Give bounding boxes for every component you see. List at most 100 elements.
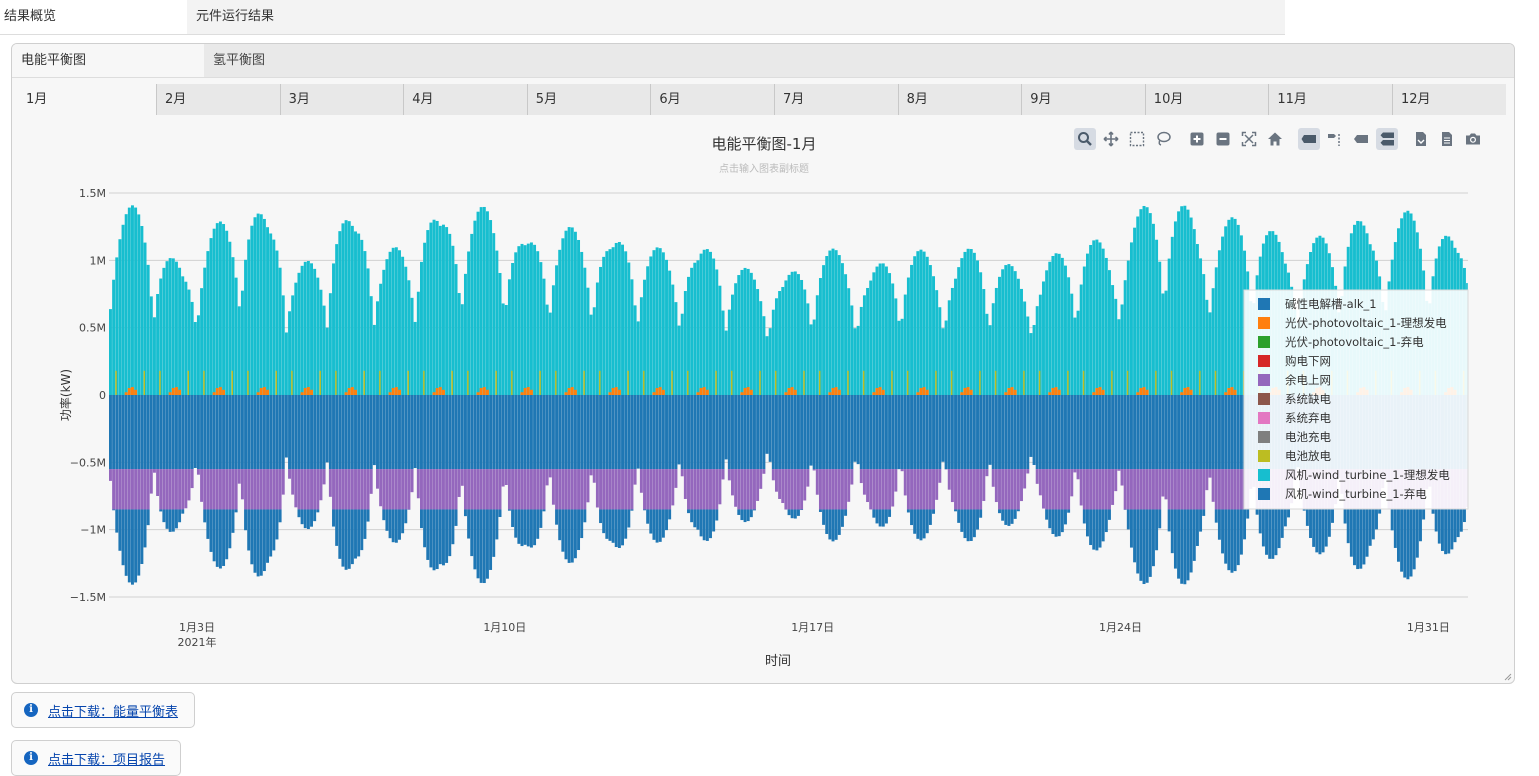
legend-swatch[interactable] [1258,450,1270,462]
month-tab-10[interactable]: 10月 [1145,84,1269,115]
legend-swatch[interactable] [1258,317,1270,329]
bar-electrolyzer [951,395,954,469]
bar-grid-export [232,469,235,509]
bar-wind-curtail [1447,509,1450,553]
bar-battery-discharge [1039,371,1040,395]
bar-wind-curtail [1403,509,1406,577]
bar-electrolyzer [882,395,885,469]
bar-wind-curtail [919,509,922,540]
bar-wind-curtail [159,509,162,511]
month-tab-11[interactable]: 11月 [1268,84,1392,115]
legend-swatch[interactable] [1258,355,1270,367]
legend-swatch[interactable] [1258,431,1270,443]
bar-electrolyzer [511,395,514,469]
bar-grid-export [319,469,322,500]
toggle-spike-icon[interactable] [1324,128,1346,150]
box-select-icon[interactable] [1126,128,1148,150]
bar-electrolyzer [1026,395,1029,469]
bar-grid-export [128,469,131,509]
month-tab-4[interactable]: 4月 [403,84,527,115]
electric-balance-chart[interactable]: 1.5M1M0.5M0−0.5M−1M−1.5M1月3日2021年1月10日1月… [12,119,1515,679]
bar-electrolyzer [970,395,973,469]
bar-electrolyzer [1058,395,1061,469]
legend-swatch[interactable] [1258,393,1270,405]
bar-electrolyzer [703,395,706,469]
month-tab-12[interactable]: 12月 [1392,84,1515,115]
bar-electrolyzer [1240,395,1243,469]
bar-wind-ideal [866,288,869,395]
lasso-select-icon[interactable] [1152,128,1174,150]
download-csv-icon[interactable] [1410,128,1432,150]
month-tab-9[interactable]: 9月 [1021,84,1145,115]
zoom-in-icon[interactable] [1186,128,1208,150]
legend-swatch[interactable] [1258,298,1270,310]
bar-grid-export [1020,469,1023,501]
zoom-out-icon[interactable] [1212,128,1234,150]
spike-lines-icon[interactable] [1298,128,1320,150]
bar-electrolyzer [1155,395,1158,469]
bar-electrolyzer [156,395,159,469]
bar-pv-ideal [128,388,131,395]
bar-electrolyzer [118,395,121,469]
hover-compare-icon[interactable] [1376,128,1398,150]
bar-electrolyzer [1190,395,1193,469]
bar-wind-curtail [203,509,206,522]
download-energy-balance-link[interactable]: 点击下载：能量平衡表 [48,701,178,720]
bar-grid-export [313,469,316,509]
month-tab-3[interactable]: 3月 [280,84,404,115]
month-tab-2[interactable]: 2月 [156,84,280,115]
bar-pv-ideal [175,387,178,395]
download-project-report-link[interactable]: 点击下载：项目报告 [48,749,165,768]
bar-wind-curtail [247,509,250,550]
zoom-icon[interactable] [1074,128,1096,150]
resize-handle-icon[interactable] [1504,673,1512,681]
autoscale-icon[interactable] [1238,128,1260,150]
tab-electric-balance[interactable]: 电能平衡图 [12,44,204,77]
legend-swatch[interactable] [1258,336,1270,348]
bar-wind-curtail [486,509,489,578]
bar-wind-ideal [131,205,134,395]
bar-wind-ideal [122,225,125,395]
y-tick-label: 0 [99,389,106,402]
reset-axes-icon[interactable] [1264,128,1286,150]
month-tab-7[interactable]: 7月 [774,84,898,115]
bar-wind-curtail [275,509,278,539]
bar-electrolyzer [445,395,448,469]
bar-grid-export [841,469,844,509]
bar-wind-curtail [706,509,709,540]
legend-swatch[interactable] [1258,469,1270,481]
bar-wind-ideal [1086,254,1089,395]
bar-pv-ideal [970,390,973,395]
bar-battery-discharge [379,371,380,395]
bar-electrolyzer [583,395,586,469]
bar-electrolyzer [398,395,401,469]
bar-electrolyzer [254,395,257,469]
bar-electrolyzer [134,395,137,469]
month-tab-6[interactable]: 6月 [650,84,774,115]
hover-closest-icon[interactable] [1350,128,1372,150]
bar-battery-discharge [511,371,512,395]
bar-wind-curtail [345,509,348,569]
tab-results-overview[interactable]: 结果概览 [0,0,187,34]
month-tab-1[interactable]: 1月 [18,84,156,115]
bar-electrolyzer [470,395,473,469]
camera-icon[interactable] [1462,128,1484,150]
bar-electrolyzer [558,395,561,469]
bar-electrolyzer [1014,395,1017,469]
tab-hydrogen-balance[interactable]: 氢平衡图 [204,44,404,77]
legend-swatch[interactable] [1258,374,1270,386]
pan-icon[interactable] [1100,128,1122,150]
bar-pv-ideal [872,392,875,395]
download-data-icon[interactable] [1436,128,1458,150]
bar-electrolyzer [1152,395,1155,469]
month-tab-8[interactable]: 8月 [898,84,1022,115]
tab-component-results[interactable]: 元件运行结果 [187,0,1285,34]
month-tab-5[interactable]: 5月 [527,84,651,115]
bar-grid-export [583,469,586,509]
legend-swatch[interactable] [1258,488,1270,500]
bar-electrolyzer [401,395,404,469]
bar-pv-ideal [398,390,401,395]
bar-wind-curtail [1438,509,1441,543]
bar-electrolyzer [850,395,853,469]
legend-swatch[interactable] [1258,412,1270,424]
